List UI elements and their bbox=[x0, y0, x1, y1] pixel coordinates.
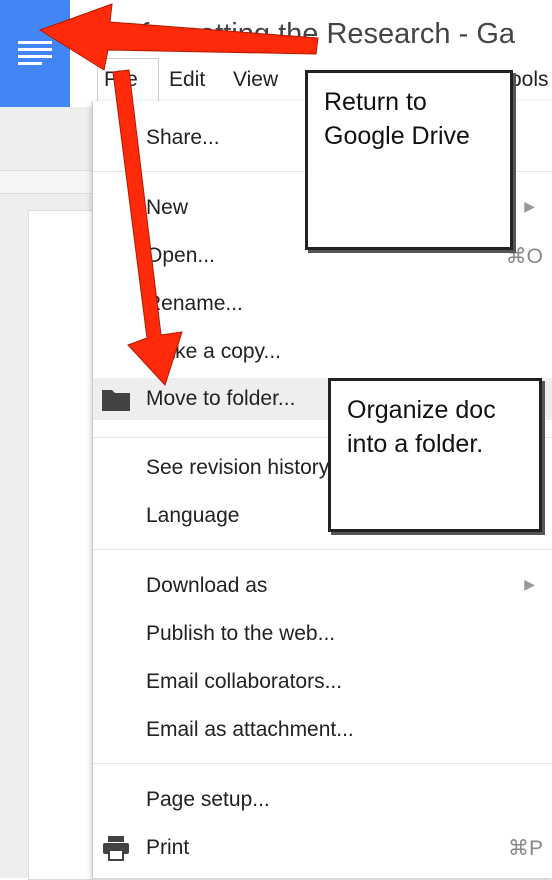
annotation-arrows bbox=[38, 3, 319, 386]
arrow-to-drive bbox=[38, 3, 319, 71]
arrow-to-move-folder bbox=[112, 69, 183, 386]
